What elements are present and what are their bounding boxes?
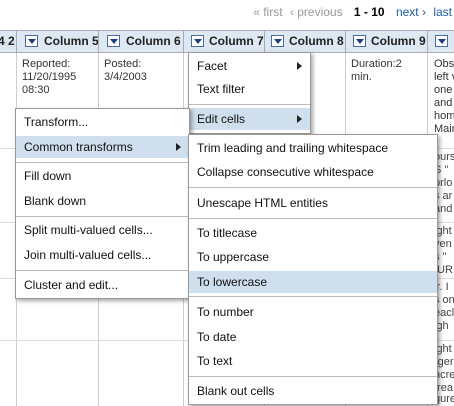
menu-item-collapse-whitespace[interactable]: Collapse consecutive whitespace xyxy=(189,161,437,183)
menu-item-unescape-html[interactable]: Unescape HTML entities xyxy=(189,192,437,214)
table-cell: Reported: 11/20/1995 08:30 xyxy=(22,58,77,96)
column-header-label: Column 9 xyxy=(371,34,426,48)
page-range: 1 - 10 xyxy=(353,5,385,19)
column-dropdown-icon[interactable] xyxy=(435,35,448,47)
menu-item-split-multi-valued[interactable]: Split multi-valued cells... xyxy=(16,219,189,241)
previous-page-link: ‹ previous xyxy=(289,5,343,19)
column-header-10 xyxy=(428,31,454,52)
menu-item-join-multi-valued[interactable]: Join multi-valued cells... xyxy=(16,244,189,266)
menu-separator xyxy=(189,104,310,105)
last-page-link[interactable]: last xyxy=(433,5,452,19)
column-header-7: Column 7 xyxy=(184,31,265,52)
menu-item-label: Facet xyxy=(197,59,228,73)
next-page-link[interactable]: next › xyxy=(396,5,426,19)
menu-separator xyxy=(189,376,437,377)
menu-item-fill-down[interactable]: Fill down xyxy=(16,165,189,187)
column-header-label: Column 5 xyxy=(44,34,99,48)
column-header-4: 4 2 xyxy=(0,31,17,52)
column-dropdown-icon[interactable] xyxy=(25,35,38,47)
menu-item-to-uppercase[interactable]: To uppercase xyxy=(189,246,437,268)
table-cell: Obs left v one and hom Main xyxy=(434,58,454,135)
column-header-row: 4 2 Column 5 Column 6 Column 7 Column 8 … xyxy=(0,30,454,53)
menu-item-to-titlecase[interactable]: To titlecase xyxy=(189,222,437,244)
column-header-8: Column 8 xyxy=(265,31,346,52)
chevron-right-icon xyxy=(176,143,181,151)
menu-item-edit-cells[interactable]: Edit cells xyxy=(189,108,310,130)
column-dropdown-icon[interactable] xyxy=(191,35,204,47)
edit-cells-menu: Transform... Common transforms Fill down… xyxy=(15,108,190,299)
column-header-label: Column 8 xyxy=(289,34,344,48)
pager: « first ‹ previous 1 - 10 next › last xyxy=(249,5,452,21)
table-cell: Duration:2 min. xyxy=(351,58,402,83)
column-header-5: Column 5 xyxy=(17,31,99,52)
menu-item-label: Text filter xyxy=(197,82,246,96)
menu-separator xyxy=(16,270,189,271)
menu-separator xyxy=(16,162,189,163)
menu-item-to-number[interactable]: To number xyxy=(189,301,437,323)
menu-item-to-date[interactable]: To date xyxy=(189,326,437,348)
column-dropdown-icon[interactable] xyxy=(353,35,366,47)
first-page-link: « first xyxy=(253,5,283,19)
menu-item-blank-down[interactable]: Blank down xyxy=(16,190,189,212)
column-menu: Facet Text filter Edit cells xyxy=(188,52,311,134)
menu-item-common-transforms[interactable]: Common transforms xyxy=(16,136,189,158)
chevron-right-icon xyxy=(297,115,302,123)
chevron-right-icon xyxy=(297,62,302,70)
menu-item-to-text[interactable]: To text xyxy=(189,350,437,372)
column-header-6: Column 6 xyxy=(99,31,184,52)
menu-separator xyxy=(16,216,189,217)
menu-separator xyxy=(189,187,437,188)
column-header-9: Column 9 xyxy=(346,31,428,52)
menu-separator xyxy=(189,218,437,219)
column-dropdown-icon[interactable] xyxy=(271,35,284,47)
menu-item-text-filter[interactable]: Text filter xyxy=(189,78,310,100)
column-header-label: 4 2 xyxy=(0,34,15,48)
menu-item-label: Common transforms xyxy=(24,140,133,154)
column-header-label: Column 6 xyxy=(126,34,181,48)
menu-item-cluster-and-edit[interactable]: Cluster and edit... xyxy=(16,274,189,296)
menu-item-facet[interactable]: Facet xyxy=(189,55,310,77)
menu-separator xyxy=(189,296,437,297)
menu-item-transform[interactable]: Transform... xyxy=(16,111,189,133)
menu-item-label: Edit cells xyxy=(197,112,246,126)
menu-item-trim-whitespace[interactable]: Trim leading and trailing whitespace xyxy=(189,137,437,159)
menu-item-to-lowercase[interactable]: To lowercase xyxy=(189,271,437,293)
table-cell: Posted: 3/4/2003 xyxy=(104,58,147,83)
common-transforms-menu: Trim leading and trailing whitespace Col… xyxy=(188,134,438,405)
column-header-label: Column 7 xyxy=(209,34,264,48)
menu-item-blank-out-cells[interactable]: Blank out cells xyxy=(189,380,437,402)
column-dropdown-icon[interactable] xyxy=(107,35,120,47)
